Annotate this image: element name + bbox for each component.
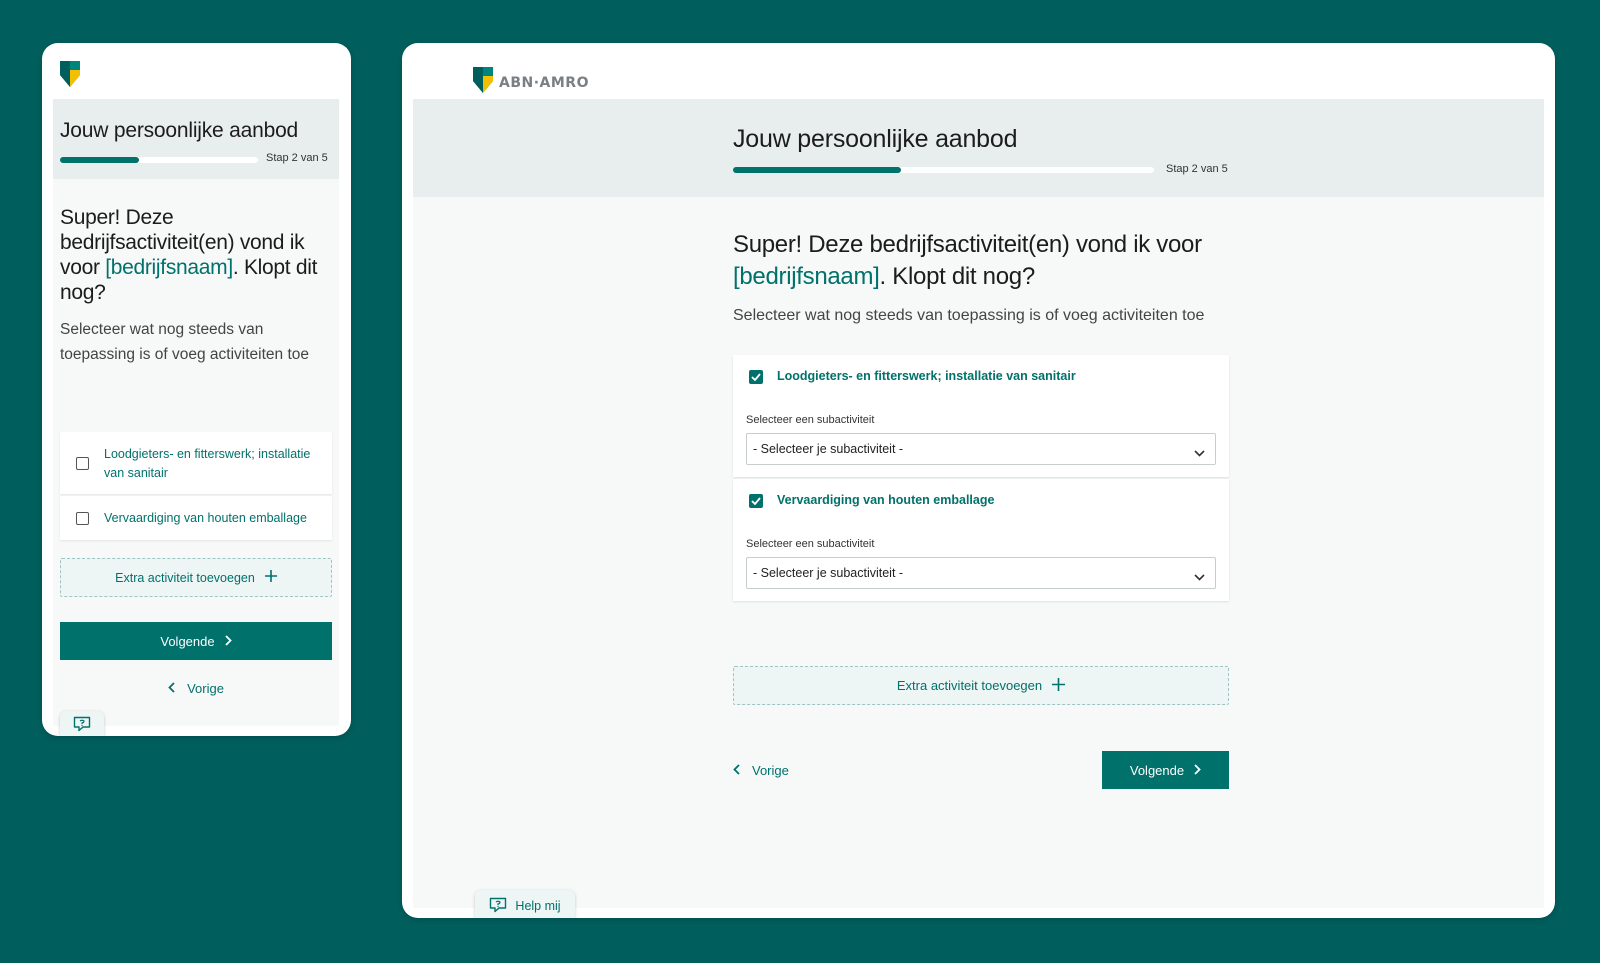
subactivity-select[interactable]: - Selecteer je subactiviteit - [746, 557, 1216, 589]
desktop-content: Jouw persoonlijke aanbod Stap 2 van 5 Su… [413, 99, 1544, 918]
next-label: Volgende [160, 633, 215, 649]
brand-logo: ABN·AMRO [473, 67, 589, 98]
mobile-content: Jouw persoonlijke aanbod Stap 2 van 5 Su… [53, 99, 339, 736]
page-title: Jouw persoonlijke aanbod [60, 119, 299, 142]
progress-bar [60, 157, 258, 163]
activity-checkbox[interactable] [749, 370, 763, 384]
heading-prefix: Super! Deze bedrijfsactiviteit(en) vond … [733, 231, 1202, 258]
help-button[interactable]: Help mij [475, 890, 575, 918]
heading-suffix: . Klopt dit nog? [879, 263, 1036, 290]
previous-label: Vorige [187, 680, 224, 696]
chevron-down-icon [1194, 444, 1205, 462]
subactivity-select-value: - Selecteer je subactiviteit - [753, 566, 904, 580]
company-name-placeholder: [bedrijfsnaam] [733, 263, 880, 290]
help-label: Help mij [515, 899, 561, 913]
help-button[interactable] [60, 711, 104, 736]
activity-option: Loodgieters- en fitterswerk; installatie… [733, 355, 1229, 477]
subactivity-select-label: Selecteer een subactiviteit [746, 538, 875, 550]
progress-bar [733, 167, 1154, 173]
add-activity-label: Extra activiteit toevoegen [115, 570, 255, 585]
activity-checkbox[interactable] [76, 457, 89, 470]
subactivity-select-label: Selecteer een subactiviteit [746, 414, 875, 426]
progress-bar-fill [733, 167, 902, 173]
next-label: Volgende [1129, 762, 1185, 778]
abn-amro-logo-icon [473, 67, 493, 98]
step-indicator: Stap 2 van 5 [266, 152, 328, 164]
activity-label: Vervaardiging van houten emballage [777, 493, 995, 507]
previous-label: Vorige [752, 762, 789, 778]
next-button[interactable]: Volgende [60, 622, 332, 660]
question-subtitle: Selecteer wat nog steeds van toepassing … [733, 307, 1205, 324]
activity-checkbox[interactable] [76, 512, 89, 525]
chevron-right-icon [224, 634, 232, 649]
activity-option: Vervaardiging van houten emballage Selec… [733, 479, 1229, 601]
brand-name: ABN·AMRO [499, 74, 589, 91]
plus-icon [264, 570, 277, 585]
page-title: Jouw persoonlijke aanbod [733, 125, 1018, 153]
next-button[interactable]: Volgende [1102, 751, 1229, 789]
activity-option[interactable]: Vervaardiging van houten emballage [60, 496, 332, 540]
add-activity-button[interactable]: Extra activiteit toevoegen [733, 666, 1229, 705]
previous-link[interactable]: Vorige [60, 678, 332, 698]
question-heading: Super! Deze bedrijfsactiviteit(en) vond … [733, 229, 1233, 293]
activity-label: Loodgieters- en fitterswerk; installatie… [104, 447, 311, 480]
progress-header: Jouw persoonlijke aanbod Stap 2 van 5 [413, 99, 1544, 197]
chevron-left-icon [168, 681, 175, 696]
activity-option[interactable]: Loodgieters- en fitterswerk; installatie… [60, 432, 332, 494]
mobile-frame: Jouw persoonlijke aanbod Stap 2 van 5 Su… [42, 43, 351, 736]
abn-amro-logo-icon [60, 61, 80, 92]
desktop-frame: ABN·AMRO Jouw persoonlijke aanbod Stap 2… [402, 43, 1555, 918]
activity-label: Vervaardiging van houten emballage [104, 511, 307, 525]
checkmark-icon [751, 497, 761, 505]
add-activity-label: Extra activiteit toevoegen [896, 678, 1043, 693]
company-name-placeholder: [bedrijfsnaam] [105, 256, 233, 279]
step-indicator: Stap 2 van 5 [1166, 163, 1228, 175]
progress-header: Jouw persoonlijke aanbod Stap 2 van 5 [53, 99, 339, 179]
chevron-left-icon [733, 763, 740, 778]
chat-help-icon [489, 897, 507, 916]
progress-bar-fill [60, 157, 140, 163]
chat-help-icon [73, 716, 91, 737]
activity-checkbox[interactable] [749, 494, 763, 508]
previous-link[interactable]: Vorige [733, 760, 789, 780]
subactivity-select[interactable]: - Selecteer je subactiviteit - [746, 433, 1216, 465]
plus-icon [1052, 677, 1066, 694]
activity-label: Loodgieters- en fitterswerk; installatie… [777, 369, 1076, 383]
question-heading: Super! Deze bedrijfsactiviteit(en) vond … [60, 205, 330, 305]
subactivity-select-value: - Selecteer je subactiviteit - [753, 442, 904, 456]
question-subtitle: Selecteer wat nog steeds van toepassing … [60, 321, 310, 363]
chevron-right-icon [1194, 763, 1201, 778]
checkmark-icon [751, 373, 761, 381]
chevron-down-icon [1194, 568, 1205, 586]
add-activity-button[interactable]: Extra activiteit toevoegen [60, 558, 332, 597]
